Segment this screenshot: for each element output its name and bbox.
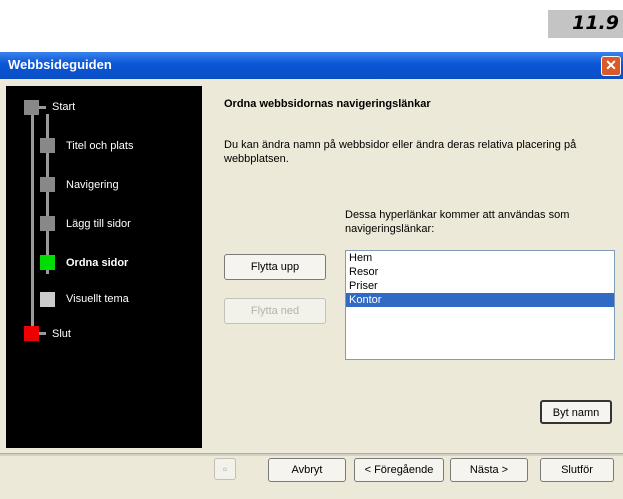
- navigation-links-list[interactable]: Hem Resor Priser Kontor: [345, 250, 615, 360]
- title-bar: Webbsideguiden ✕: [0, 52, 623, 79]
- content-heading: Ordna webbsidornas navigeringslänkar: [224, 98, 431, 110]
- wizard-window: Webbsideguiden ✕ Start Titel och plats N…: [0, 52, 623, 499]
- step-label-visual-theme: Visuellt tema: [66, 293, 129, 305]
- step-box-add-pages: [40, 216, 55, 231]
- step-box-visual-theme: [40, 292, 55, 307]
- step-box-arrange-pages: [40, 255, 55, 270]
- list-item[interactable]: Resor: [346, 265, 614, 279]
- tree-trunk: [31, 106, 34, 334]
- footer-separator: [0, 453, 623, 456]
- list-item[interactable]: Priser: [346, 279, 614, 293]
- step-label-add-pages: Lägg till sidor: [66, 218, 131, 230]
- step-label-arrange-pages: Ordna sidor: [66, 257, 129, 269]
- move-down-button[interactable]: Flytta ned: [224, 298, 326, 324]
- page-number-bar: 11.9: [548, 10, 623, 38]
- back-button[interactable]: < Föregående: [354, 458, 444, 482]
- next-button[interactable]: Nästa >: [450, 458, 528, 482]
- finish-button[interactable]: Slutför: [540, 458, 614, 482]
- page-number: 11.9: [572, 12, 619, 34]
- step-box-finish: [24, 326, 39, 341]
- step-label-finish: Slut: [52, 328, 71, 340]
- close-icon: ✕: [605, 57, 617, 73]
- step-label-navigation: Navigering: [66, 179, 119, 191]
- window-title: Webbsideguiden: [8, 57, 112, 72]
- list-item-selected[interactable]: Kontor: [346, 293, 614, 307]
- help-button[interactable]: ▫: [214, 458, 236, 480]
- step-box-title: [40, 138, 55, 153]
- step-label-title: Titel och plats: [66, 140, 134, 152]
- cancel-button[interactable]: Avbryt: [268, 458, 346, 482]
- close-button[interactable]: ✕: [601, 56, 621, 76]
- step-box-start: [24, 100, 39, 115]
- step-label-start: Start: [52, 101, 76, 113]
- step-box-navigation: [40, 177, 55, 192]
- steps-sidebar: Start Titel och plats Navigering Lägg ti…: [6, 86, 202, 448]
- help-icon: ▫: [222, 462, 228, 476]
- list-caption: Dessa hyperlänkar kommer att användas so…: [345, 209, 570, 235]
- rename-button[interactable]: Byt namn: [540, 400, 612, 424]
- move-up-button[interactable]: Flytta upp: [224, 254, 326, 280]
- list-item[interactable]: Hem: [346, 251, 614, 265]
- content-description: Du kan ändra namn på webbsidor eller änd…: [224, 139, 577, 165]
- content-pane: Ordna webbsidornas navigeringslänkar Du …: [206, 86, 618, 448]
